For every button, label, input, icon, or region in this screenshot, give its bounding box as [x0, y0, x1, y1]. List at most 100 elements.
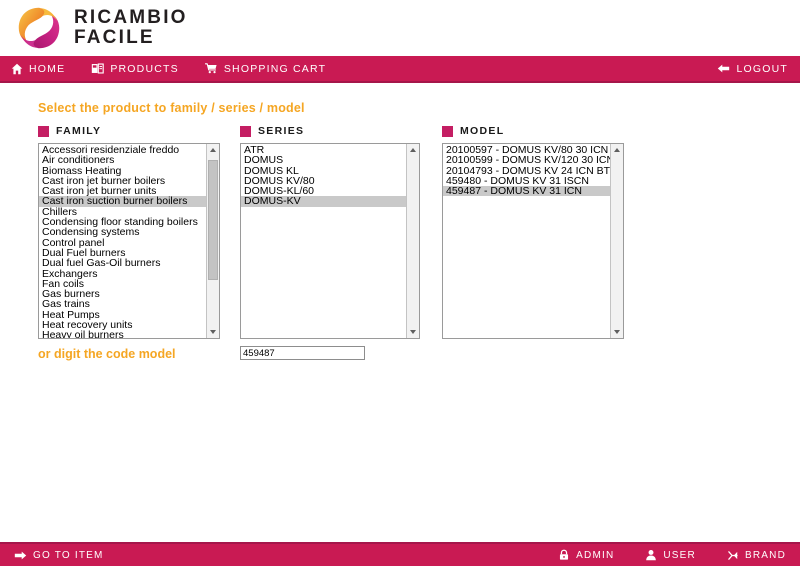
nav-item-home-label: HOME [29, 62, 66, 75]
footer-item-user-label: USER [663, 549, 696, 561]
column-model-label: MODEL [460, 125, 505, 137]
chevron-down-icon [210, 330, 216, 334]
site-footer: GO TO ITEM ADMIN USER BRAND [0, 542, 800, 566]
nav-item-products[interactable]: PRODUCTS [91, 62, 179, 75]
lock-icon [557, 549, 570, 562]
column-series-title: SERIES [240, 125, 420, 137]
site-header: RICAMBIO FACILE [0, 0, 800, 56]
column-model-title: MODEL [442, 125, 624, 137]
arrow-right-icon [14, 549, 27, 562]
footer-item-brand-label: BRAND [744, 549, 786, 561]
footer-right-group: ADMIN USER BRAND [557, 549, 786, 562]
list-item[interactable]: Cast iron jet burner boilers [39, 176, 206, 186]
column-model: MODEL 20100597 - DOMUS KV/80 30 ICN 20100… [442, 125, 624, 339]
list-item[interactable]: Dual Fuel burners [39, 248, 206, 258]
family-listbox[interactable]: Accessori residenziale freddo Air conditi… [38, 143, 220, 339]
model-scroll-down-button[interactable] [611, 326, 623, 338]
chevron-up-icon [410, 148, 416, 152]
list-item[interactable]: Cast iron jet burner units [39, 186, 206, 196]
list-item[interactable]: 459487 - DOMUS KV 31 ICN [443, 186, 610, 197]
family-scroll-down-button[interactable] [207, 326, 219, 338]
column-series: SERIES ATR DOMUS DOMUS KL DOMUS KV/80 DOMUS-… [240, 125, 420, 339]
list-item[interactable]: 20100599 - DOMUS KV/120 30 ICN [443, 155, 610, 165]
list-item[interactable]: Dual fuel Gas-Oil burners [39, 258, 206, 268]
list-item[interactable]: Condensing systems [39, 227, 206, 237]
brand-share-icon [726, 549, 739, 562]
family-scrollbar[interactable] [206, 144, 219, 338]
navbar-left-group: HOME PRODUCTS SHOPPING CART [10, 62, 326, 75]
code-model-label: or digit the code model [38, 347, 176, 361]
list-item[interactable]: ATR [241, 145, 406, 155]
nav-item-home[interactable]: HOME [10, 62, 65, 75]
chevron-up-icon [210, 148, 216, 152]
bullet-square-icon [38, 125, 49, 137]
brand-line-1: RICAMBIO [74, 7, 188, 29]
series-scroll-up-button[interactable] [407, 144, 419, 156]
list-item[interactable]: Gas trains [39, 299, 206, 309]
list-item[interactable]: DOMUS KL [241, 166, 406, 176]
family-option-list: Accessori residenziale freddo Air conditi… [39, 144, 206, 338]
model-scroll-up-button[interactable] [611, 144, 623, 156]
column-family-title: FAMILY [38, 125, 220, 137]
model-scrollbar[interactable] [610, 144, 623, 338]
list-item[interactable]: Accessori residenziale freddo [39, 145, 206, 155]
list-item[interactable]: Exchangers [39, 269, 206, 279]
list-item[interactable]: DOMUS-KV [241, 196, 406, 207]
nav-item-logout[interactable]: LOGOUT [717, 62, 788, 75]
series-scroll-down-button[interactable] [407, 326, 419, 338]
nav-item-products-label: PRODUCTS [110, 62, 179, 75]
list-item[interactable]: Heavy oil burners [39, 330, 206, 338]
list-item[interactable]: Condensing floor standing boilers [39, 217, 206, 227]
list-item[interactable]: Biomass Heating [39, 166, 206, 176]
swirl-s-logo [16, 5, 62, 51]
list-item[interactable]: Fan coils [39, 279, 206, 289]
list-item[interactable]: Heat Pumps [39, 310, 206, 320]
column-family: FAMILY Accessori residenziale freddo Air … [38, 125, 220, 339]
code-model-row: or digit the code model [0, 343, 800, 373]
footer-left-group: GO TO ITEM [14, 549, 104, 562]
chevron-up-icon [614, 148, 620, 152]
go-to-item-button[interactable]: GO TO ITEM [14, 549, 104, 562]
page-title: Select the product to family / series / … [38, 101, 305, 115]
nav-item-logout-label: LOGOUT [736, 62, 788, 75]
footer-item-brand[interactable]: BRAND [726, 549, 786, 562]
list-item[interactable]: Gas burners [39, 289, 206, 299]
go-to-item-label: GO TO ITEM [33, 549, 104, 561]
series-option-list: ATR DOMUS DOMUS KL DOMUS KV/80 DOMUS-KL/60 DO… [241, 144, 406, 207]
navbar-right-group: LOGOUT [717, 62, 788, 75]
list-item[interactable]: DOMUS KV/80 [241, 176, 406, 186]
user-icon [644, 549, 657, 562]
nav-item-shopping-cart-label: SHOPPING CART [223, 62, 327, 75]
list-item[interactable]: DOMUS-KL/60 [241, 186, 406, 196]
list-item[interactable]: Air conditioners [39, 155, 206, 165]
family-scroll-up-button[interactable] [207, 144, 219, 156]
family-scroll-thumb[interactable] [208, 159, 218, 281]
footer-item-admin-label: ADMIN [576, 549, 615, 561]
brand-line-2: FACILE [74, 27, 155, 48]
footer-item-user[interactable]: USER [644, 549, 696, 562]
list-item[interactable]: DOMUS [241, 155, 406, 165]
arrow-left-icon [717, 62, 730, 75]
main-navbar: HOME PRODUCTS SHOPPING CART LOGOUT [0, 56, 800, 83]
code-model-input[interactable] [240, 346, 365, 360]
nav-item-shopping-cart[interactable]: SHOPPING CART [204, 62, 327, 75]
column-series-label: SERIES [258, 125, 305, 137]
selector-columns: FAMILY Accessori residenziale freddo Air … [0, 125, 800, 339]
list-item[interactable]: 20100597 - DOMUS KV/80 30 ICN [443, 145, 610, 155]
list-item[interactable]: Control panel [39, 238, 206, 248]
brand-wordmark: RICAMBIO FACILE [74, 8, 188, 48]
footer-item-admin[interactable]: ADMIN [557, 549, 614, 562]
list-item[interactable]: 459480 - DOMUS KV 31 ISCN [443, 176, 610, 186]
list-item[interactable]: Heat recovery units [39, 320, 206, 330]
list-item[interactable]: Chillers [39, 207, 206, 217]
model-listbox[interactable]: 20100597 - DOMUS KV/80 30 ICN 20100599 - … [442, 143, 624, 339]
cart-icon [204, 62, 218, 75]
column-family-label: FAMILY [56, 125, 102, 137]
chevron-down-icon [410, 330, 416, 334]
series-listbox[interactable]: ATR DOMUS DOMUS KL DOMUS KV/80 DOMUS-KL/60 DO… [240, 143, 420, 339]
list-item[interactable]: 20104793 - DOMUS KV 24 ICN BTB [443, 166, 610, 176]
app-page: RICAMBIO FACILE HOME PRODUCTS SHOPPING C… [0, 0, 800, 566]
list-item[interactable]: Cast iron suction burner boilers [39, 196, 206, 207]
model-option-list: 20100597 - DOMUS KV/80 30 ICN 20100599 - … [443, 144, 610, 197]
series-scrollbar[interactable] [406, 144, 419, 338]
